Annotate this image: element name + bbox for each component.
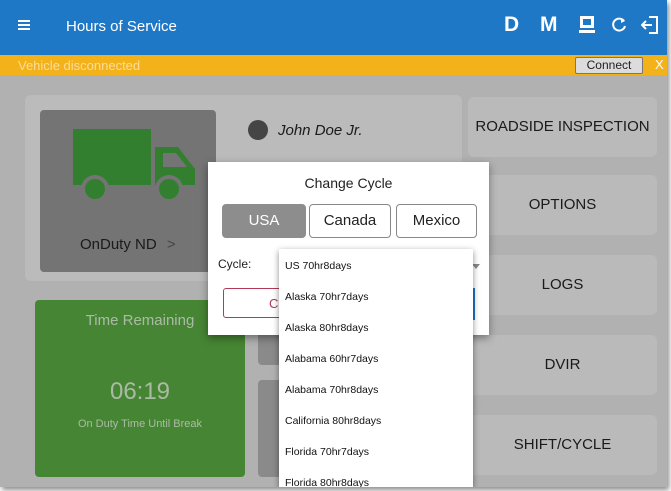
connection-banner: Vehicle disconnected Connect X <box>0 55 667 75</box>
tab-canada[interactable]: Canada <box>309 204 391 238</box>
app-title: Hours of Service <box>66 18 177 35</box>
list-item[interactable]: Alabama 70hr8days <box>285 384 378 396</box>
m-button[interactable]: M <box>540 13 558 37</box>
refresh-icon[interactable] <box>611 15 627 38</box>
top-app-bar: Hours of Service D M <box>0 0 667 55</box>
cycle-label: Cycle: <box>218 257 252 271</box>
list-item[interactable]: Florida 80hr8days <box>285 477 369 487</box>
list-item[interactable]: California 80hr8days <box>285 415 381 427</box>
app-screen: Hours of Service D M Vehicle disconnecte… <box>0 0 667 487</box>
cycle-dropdown-list[interactable]: US 70hr8days Alaska 70hr7days Alaska 80h… <box>279 249 473 487</box>
chevron-down-icon[interactable] <box>472 264 480 269</box>
list-item[interactable]: Florida 70hr7days <box>285 446 369 458</box>
logout-icon[interactable] <box>640 15 659 40</box>
banner-message: Vehicle disconnected <box>18 58 141 73</box>
device-icon[interactable] <box>578 15 596 40</box>
tab-usa[interactable]: USA <box>222 204 306 238</box>
banner-close-button[interactable]: X <box>655 57 664 72</box>
list-item[interactable]: Alaska 80hr8days <box>285 322 368 334</box>
list-item[interactable]: US 70hr8days <box>285 260 352 272</box>
menu-icon[interactable] <box>18 20 30 30</box>
connect-button[interactable]: Connect <box>575 57 643 74</box>
list-item[interactable]: Alaska 70hr7days <box>285 291 368 303</box>
d-button[interactable]: D <box>504 13 519 37</box>
dialog-title: Change Cycle <box>304 175 393 191</box>
tab-mexico[interactable]: Mexico <box>396 204 477 238</box>
list-item[interactable]: Alabama 60hr7days <box>285 353 378 365</box>
